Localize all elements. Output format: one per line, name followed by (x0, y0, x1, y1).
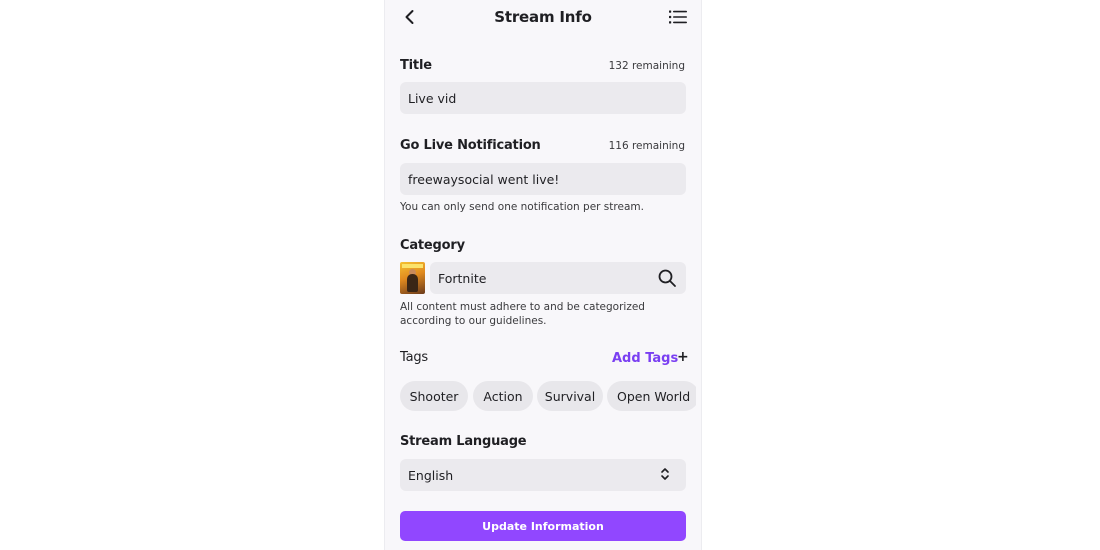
notification-remaining: 116 remaining (608, 140, 685, 152)
stream-language-value: English (408, 467, 454, 483)
category-help-line-1: All content must adhere to and be catego… (400, 301, 645, 313)
tags-label: Tags (400, 350, 428, 365)
category-thumbnail (400, 262, 425, 294)
stream-info-panel: Stream Info Title 132 remaining Live vid… (384, 0, 702, 550)
stream-language-label: Stream Language (400, 434, 527, 449)
category-value: Fortnite (438, 270, 487, 286)
category-help-line-2: according to our guidelines. (400, 315, 547, 327)
up-down-chevron-icon (661, 468, 669, 480)
search-icon[interactable] (657, 268, 677, 288)
tag-chip[interactable]: Action (473, 381, 533, 411)
notification-label: Go Live Notification (400, 138, 541, 153)
notification-help-text: You can only send one notification per s… (400, 201, 644, 213)
plus-icon[interactable]: + (677, 349, 689, 365)
tags-list: Shooter Action Survival Open World (400, 381, 696, 411)
tag-chip[interactable]: Shooter (400, 381, 468, 411)
notification-input[interactable]: freewaysocial went live! (400, 163, 686, 195)
title-remaining: 132 remaining (608, 60, 685, 72)
update-information-button[interactable]: Update Information (400, 511, 686, 541)
category-search-input[interactable]: Fortnite (430, 262, 686, 294)
category-label: Category (400, 238, 465, 253)
tag-chip[interactable]: Open World (607, 381, 696, 411)
tag-chip[interactable]: Survival (537, 381, 603, 411)
add-tags-button[interactable]: Add Tags (612, 351, 678, 366)
notification-input-value: freewaysocial went live! (408, 171, 560, 187)
stream-language-select[interactable]: English (400, 459, 686, 491)
title-input-value: Live vid (408, 90, 457, 106)
title-input[interactable]: Live vid (400, 82, 686, 114)
list-icon[interactable] (668, 8, 688, 26)
category-help-text: All content must adhere to and be catego… (400, 300, 645, 328)
title-label: Title (400, 58, 432, 73)
page-title: Stream Info (494, 8, 592, 26)
